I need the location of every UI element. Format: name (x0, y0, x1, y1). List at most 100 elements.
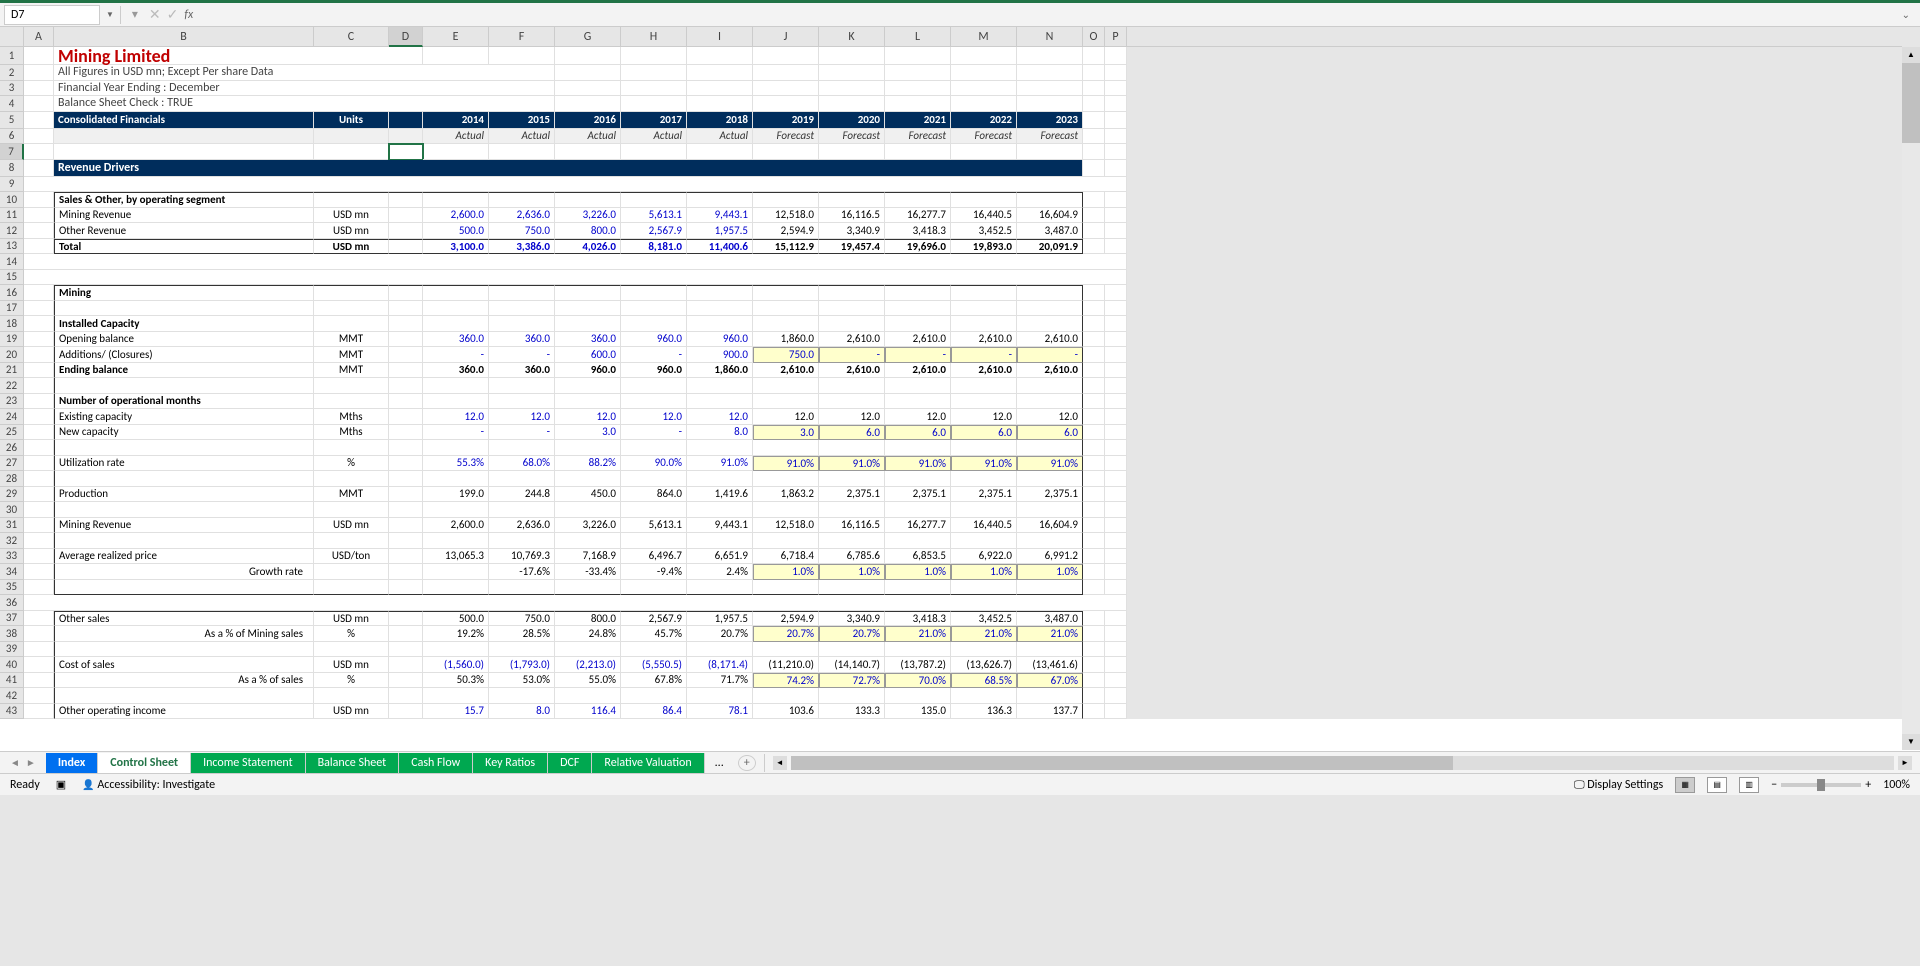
data-cell[interactable]: 2,375.1 (1017, 487, 1083, 503)
cell-a[interactable] (24, 564, 54, 580)
row-unit[interactable]: USD mn (314, 518, 389, 534)
row-label[interactable]: Ending balance (54, 363, 314, 379)
cell-o[interactable] (1083, 192, 1105, 208)
data-cell[interactable] (885, 301, 951, 317)
column-header-A[interactable]: A (24, 27, 54, 47)
data-cell[interactable] (489, 378, 555, 394)
data-cell[interactable] (621, 192, 687, 208)
row-header-36[interactable]: 36 (0, 595, 24, 611)
cell[interactable] (1083, 65, 1105, 81)
cell-p[interactable] (1105, 378, 1127, 394)
cell[interactable] (555, 96, 621, 112)
row-header-6[interactable]: 6 (0, 129, 24, 145)
data-cell[interactable] (687, 642, 753, 658)
data-cell[interactable] (951, 533, 1017, 549)
cell[interactable] (1105, 47, 1127, 65)
tab-prev-icon[interactable]: ◄ (10, 756, 20, 769)
data-cell[interactable] (951, 378, 1017, 394)
hscroll-left-icon[interactable]: ◄ (773, 756, 787, 770)
data-cell[interactable] (753, 192, 819, 208)
row-label[interactable]: Other operating income (54, 704, 314, 720)
row-header-8[interactable]: 8 (0, 160, 24, 177)
data-cell[interactable] (1017, 378, 1083, 394)
growth-val[interactable]: 1.0% (885, 564, 951, 580)
cell[interactable] (389, 456, 423, 472)
year-header[interactable]: 2019 (753, 112, 819, 129)
row-header-27[interactable]: 27 (0, 456, 24, 472)
data-cell[interactable] (423, 533, 489, 549)
row-header-31[interactable]: 31 (0, 518, 24, 534)
data-cell[interactable]: 3,340.9 (819, 611, 885, 627)
year-header[interactable]: 2020 (819, 112, 885, 129)
data-cell[interactable]: 3,418.3 (885, 611, 951, 627)
cell-d[interactable] (389, 112, 423, 129)
data-cell[interactable]: 13,065.3 (423, 549, 489, 565)
cell-o[interactable] (1083, 285, 1105, 301)
cell-a[interactable] (24, 112, 54, 129)
cell-p[interactable] (1105, 332, 1127, 348)
cospct-val[interactable]: 72.7% (819, 673, 885, 689)
data-cell[interactable] (555, 316, 621, 332)
cell-a[interactable] (24, 456, 54, 472)
data-cell[interactable] (1017, 301, 1083, 317)
consolidated-header[interactable]: Consolidated Financials (54, 112, 314, 129)
data-cell[interactable]: 6,651.9 (687, 549, 753, 565)
row-label[interactable] (54, 378, 314, 394)
cell-o[interactable] (1083, 363, 1105, 379)
cell[interactable] (1105, 564, 1127, 580)
new-val[interactable]: 6.0 (885, 425, 951, 441)
cospct-val[interactable]: 50.3% (423, 673, 489, 689)
data-cell[interactable] (1017, 502, 1083, 518)
total-val[interactable]: 8,181.0 (621, 239, 687, 255)
cell[interactable] (1083, 129, 1105, 145)
cell[interactable] (753, 81, 819, 97)
data-cell[interactable]: 3,487.0 (1017, 611, 1083, 627)
row-header-24[interactable]: 24 (0, 409, 24, 425)
cell-d[interactable] (389, 518, 423, 534)
subtitle[interactable]: Financial Year Ending : December (54, 81, 555, 97)
cell-a[interactable] (24, 518, 54, 534)
cospct-val[interactable]: 53.0% (489, 673, 555, 689)
opct-val[interactable]: 20.7% (753, 626, 819, 642)
row-header-43[interactable]: 43 (0, 704, 24, 720)
data-cell[interactable] (489, 316, 555, 332)
cell-p[interactable] (1105, 285, 1127, 301)
cell[interactable] (753, 47, 819, 65)
cell-d[interactable] (389, 394, 423, 410)
data-cell[interactable]: (1,560.0) (423, 657, 489, 673)
cospct-label[interactable]: As a % of sales (54, 673, 314, 689)
data-cell[interactable] (555, 471, 621, 487)
cell-a[interactable] (24, 580, 54, 596)
add-val[interactable]: - (951, 347, 1017, 363)
data-cell[interactable] (753, 688, 819, 704)
column-header-I[interactable]: I (687, 27, 753, 47)
data-cell[interactable] (885, 285, 951, 301)
data-cell[interactable] (687, 533, 753, 549)
data-cell[interactable]: 135.0 (885, 704, 951, 720)
row-unit[interactable]: USD mn (314, 704, 389, 720)
data-cell[interactable]: 12.0 (687, 409, 753, 425)
data-cell[interactable]: 1,863.2 (753, 487, 819, 503)
cell[interactable] (555, 65, 621, 81)
opct-val[interactable]: 21.0% (951, 626, 1017, 642)
row-unit[interactable]: USD/ton (314, 549, 389, 565)
cell[interactable] (24, 47, 54, 65)
cell[interactable] (1017, 81, 1083, 97)
row-unit[interactable] (314, 580, 389, 596)
util-val[interactable]: 91.0% (687, 456, 753, 472)
data-cell[interactable]: (5,550.5) (621, 657, 687, 673)
data-cell[interactable]: 3,452.5 (951, 223, 1017, 239)
total-val[interactable]: 19,696.0 (885, 239, 951, 255)
cell-p[interactable] (1105, 471, 1127, 487)
row-label[interactable]: Sales & Other, by operating segment (54, 192, 314, 208)
cell-a[interactable] (24, 642, 54, 658)
cell[interactable] (1083, 47, 1105, 65)
data-cell[interactable]: 2,610.0 (951, 363, 1017, 379)
cell[interactable] (1083, 347, 1105, 363)
cell[interactable] (1083, 456, 1105, 472)
cell-a[interactable] (24, 688, 54, 704)
cell-a[interactable] (24, 611, 54, 627)
column-header-L[interactable]: L (885, 27, 951, 47)
row-unit[interactable] (314, 688, 389, 704)
data-cell[interactable] (885, 533, 951, 549)
